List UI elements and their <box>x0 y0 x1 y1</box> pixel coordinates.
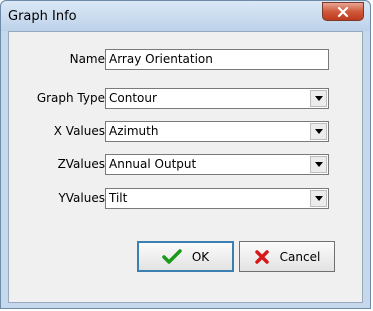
z-values-dropdown-button[interactable] <box>310 156 327 173</box>
cancel-button-label: Cancel <box>279 249 321 264</box>
cancel-button[interactable]: Cancel <box>239 241 335 272</box>
name-label: Name <box>69 52 105 66</box>
name-input-value: Array Orientation <box>109 52 213 66</box>
y-values-dropdown-button[interactable] <box>310 190 327 207</box>
x-values-dropdown-button[interactable] <box>310 123 327 140</box>
graph-info-dialog: Graph Info Name Array Orientation Graph … <box>0 0 371 309</box>
ok-button-label: OK <box>191 249 210 264</box>
graph-type-value: Contour <box>109 91 157 105</box>
dialog-body: Name Array Orientation Graph Type Contou… <box>8 31 363 303</box>
x-values-select[interactable]: Azimuth <box>105 121 329 142</box>
z-values-select[interactable]: Annual Output <box>105 154 329 175</box>
chevron-down-icon <box>314 162 323 167</box>
name-row: Name Array Orientation <box>9 49 362 71</box>
chevron-down-icon <box>314 196 323 201</box>
graph-type-dropdown-button[interactable] <box>310 90 327 107</box>
z-values-row: ZValues Annual Output <box>9 154 362 176</box>
y-values-select[interactable]: Tilt <box>105 188 329 209</box>
graph-type-row: Graph Type Contour <box>9 88 362 110</box>
x-icon <box>254 249 269 264</box>
x-values-row: X Values Azimuth <box>9 121 362 143</box>
title-bar[interactable]: Graph Info <box>1 1 370 31</box>
x-values-value: Azimuth <box>109 124 159 138</box>
y-values-row: YValues Tilt <box>9 188 362 210</box>
y-values-value: Tilt <box>109 191 128 205</box>
check-icon <box>162 248 182 264</box>
chevron-down-icon <box>314 129 323 134</box>
z-values-value: Annual Output <box>109 157 197 171</box>
close-button[interactable] <box>322 2 364 21</box>
chevron-down-icon <box>314 96 323 101</box>
close-icon <box>337 6 349 17</box>
window-title: Graph Info <box>8 9 77 24</box>
name-input[interactable]: Array Orientation <box>105 49 329 70</box>
graph-type-label: Graph Type <box>36 91 105 105</box>
graph-type-select[interactable]: Contour <box>105 88 329 109</box>
ok-button[interactable]: OK <box>137 241 234 272</box>
z-values-label: ZValues <box>57 157 105 171</box>
x-values-label: X Values <box>53 124 105 138</box>
y-values-label: YValues <box>58 191 105 205</box>
